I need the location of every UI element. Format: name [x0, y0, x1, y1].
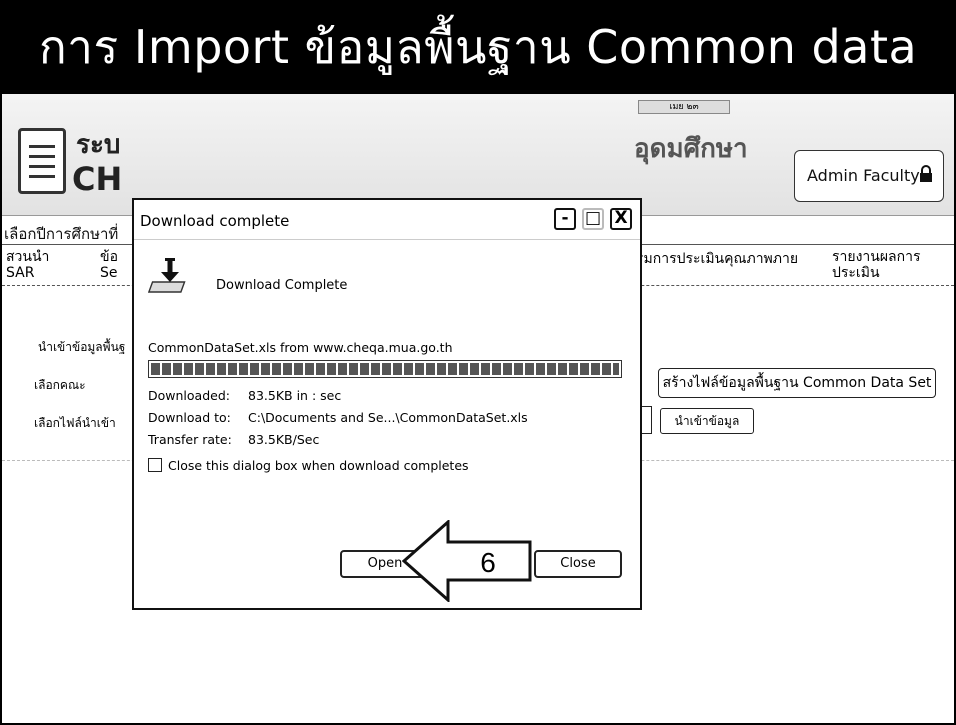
menu-item-data-line2: Se	[100, 265, 118, 281]
faculty-label: เลือกคณะ	[34, 378, 86, 392]
admin-faculty-label: Admin Faculty	[807, 166, 920, 185]
maximize-button[interactable]: □	[582, 208, 604, 230]
close-when-done-checkbox[interactable]	[148, 458, 162, 472]
year-prompt: เลือกปีการศึกษาที่	[4, 225, 119, 243]
dialog-headline: Download Complete	[216, 278, 348, 293]
close-when-done-label: Close this dialog box when download comp…	[168, 458, 469, 473]
menu-item-sar[interactable]: สวนนำ SAR	[6, 249, 49, 281]
arrow-left-callout-icon: 6	[402, 520, 532, 602]
minimize-button[interactable]: -	[554, 208, 576, 230]
menu-item-report-line1: รายงานผลการ	[832, 249, 921, 265]
download-source: CommonDataSet.xls from www.cheqa.mua.go.…	[148, 340, 453, 355]
step-number: 6	[480, 547, 496, 578]
menu-item-data[interactable]: ข้อ Se	[100, 249, 118, 281]
close-button[interactable]: Close	[534, 550, 622, 578]
menu-item-sar-line1: สวนนำ	[6, 249, 50, 265]
lock-icon	[920, 165, 932, 182]
menu-item-sar-line2: SAR	[6, 265, 35, 281]
download-progress-fill	[151, 363, 619, 375]
import-data-button[interactable]: นำเข้าข้อมูล	[660, 408, 754, 434]
menu-item-assessment[interactable]: รมการประเมินคุณภาพภาย	[636, 251, 798, 267]
menu-item-report[interactable]: รายงานผลการ ประเมิน	[832, 249, 921, 281]
dialog-title: Download complete	[140, 212, 290, 230]
info-key-transfer-rate: Transfer rate:	[148, 432, 232, 447]
app-name-line-1: ระบ	[76, 130, 121, 160]
create-common-data-set-button[interactable]: สร้างไฟล์ข้อมูลพื้นฐาน Common Data Set	[658, 368, 936, 398]
download-progress-bar	[148, 360, 622, 378]
menu-item-report-line2: ประเมิน	[832, 265, 880, 281]
app-name-right: อุดมศึกษา	[634, 134, 748, 164]
file-label: เลือกไฟล์นำเข้า	[34, 416, 116, 430]
top-mini-label: เมย ๒๓	[638, 100, 730, 114]
download-complete-dialog: Download complete - □ X Download Complet…	[132, 198, 642, 610]
import-form-title: นำเข้าข้อมูลพื้นฐ	[38, 340, 126, 354]
admin-faculty-button[interactable]: Admin Faculty	[794, 150, 944, 202]
app-name-line-2: CH	[72, 160, 123, 198]
info-value-downloaded: 83.5KB in : sec	[248, 388, 342, 403]
dialog-titlebar[interactable]: Download complete - □ X	[134, 200, 640, 240]
info-value-download-to: C:\Documents and Se...\CommonDataSet.xls	[248, 410, 528, 425]
download-icon	[148, 258, 186, 293]
slide-title: การ Import ข้อมูลพื้นฐาน Common data set	[0, 0, 956, 168]
menu-item-data-line1: ข้อ	[100, 249, 118, 265]
info-value-transfer-rate: 83.5KB/Sec	[248, 432, 320, 447]
book-logo-icon	[18, 128, 66, 194]
window-close-button[interactable]: X	[610, 208, 632, 230]
info-key-download-to: Download to:	[148, 410, 231, 425]
screenshot-frame: ระบ CH เมย ๒๓ อุดมศึกษา Admin Faculty เล…	[0, 94, 956, 725]
info-key-downloaded: Downloaded:	[148, 388, 230, 403]
